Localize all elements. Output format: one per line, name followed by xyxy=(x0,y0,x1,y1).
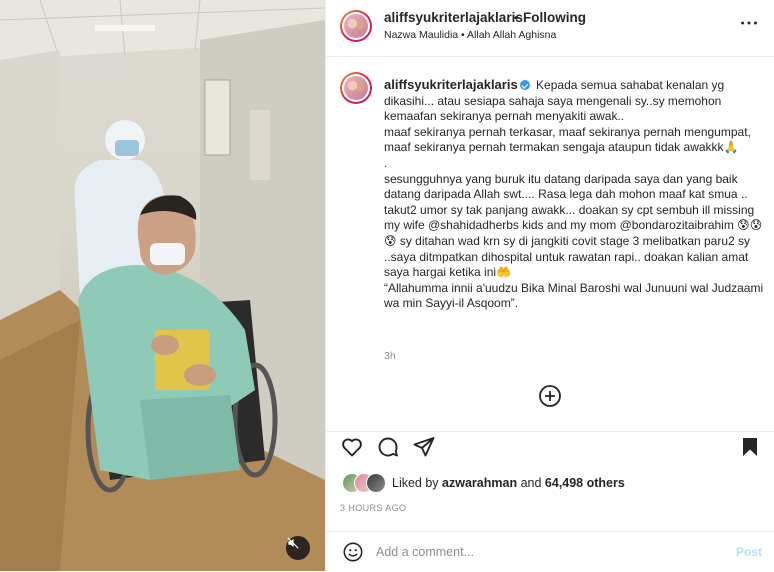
post-details-panel: aliffsyukriterlajaklaris • Following Naz… xyxy=(326,0,774,571)
liked-by-label: Liked by xyxy=(392,476,439,490)
author-username[interactable]: aliffsyukriterlajaklaris xyxy=(384,10,523,25)
mute-button[interactable] xyxy=(286,536,310,560)
caption-username[interactable]: aliffsyukriterlajaklaris xyxy=(384,77,518,92)
author-avatar[interactable] xyxy=(340,10,372,42)
audio-track[interactable]: Nazwa Maulidia • Allah Allah Aghisna xyxy=(384,29,556,41)
caption-author-avatar[interactable] xyxy=(340,72,372,104)
verified-badge-icon xyxy=(519,80,530,90)
comment-button[interactable] xyxy=(376,435,400,459)
following-button[interactable]: Following xyxy=(523,10,586,25)
liker-avatar xyxy=(366,473,386,493)
send-icon xyxy=(413,437,435,457)
like-button[interactable] xyxy=(340,435,364,459)
liked-by-user[interactable]: azwarahman xyxy=(442,476,517,490)
posted-time[interactable]: 3 HOURS AGO xyxy=(340,503,406,513)
likes-count[interactable]: 64,498 others xyxy=(545,476,625,490)
heart-icon xyxy=(342,438,362,457)
caption-text: aliffsyukriterlajaklaris Kepada semua sa… xyxy=(384,77,766,312)
emoji-icon xyxy=(343,542,363,562)
header-separator: • xyxy=(514,10,519,25)
muted-speaker-icon xyxy=(287,537,299,549)
save-button[interactable] xyxy=(738,435,762,459)
load-more-comments-button[interactable] xyxy=(538,384,562,408)
emoji-button[interactable] xyxy=(342,541,364,563)
likes-summary: Liked by azwarahman and 64,498 others xyxy=(392,476,625,490)
caption-body: Kepada semua sahabat kenalan yg dikasihi… xyxy=(384,78,764,311)
caption-time[interactable]: 3h xyxy=(384,350,396,362)
post-comment-button[interactable]: Post xyxy=(736,545,762,559)
share-button[interactable] xyxy=(412,435,436,459)
liked-by-avatars[interactable] xyxy=(342,473,394,493)
comment-input[interactable] xyxy=(376,541,706,563)
comment-icon xyxy=(378,437,398,457)
actions-divider xyxy=(326,431,774,432)
liked-by-and: and xyxy=(520,476,542,490)
bookmark-icon xyxy=(743,438,757,456)
comment-bar: Post xyxy=(326,531,774,572)
post-header: aliffsyukriterlajaklaris • Following Naz… xyxy=(326,0,774,57)
video-frame xyxy=(0,0,325,571)
plus-circle-icon xyxy=(539,385,561,407)
more-options-button[interactable] xyxy=(738,12,760,34)
post-video[interactable] xyxy=(0,0,325,571)
more-horizontal-icon xyxy=(741,21,757,25)
